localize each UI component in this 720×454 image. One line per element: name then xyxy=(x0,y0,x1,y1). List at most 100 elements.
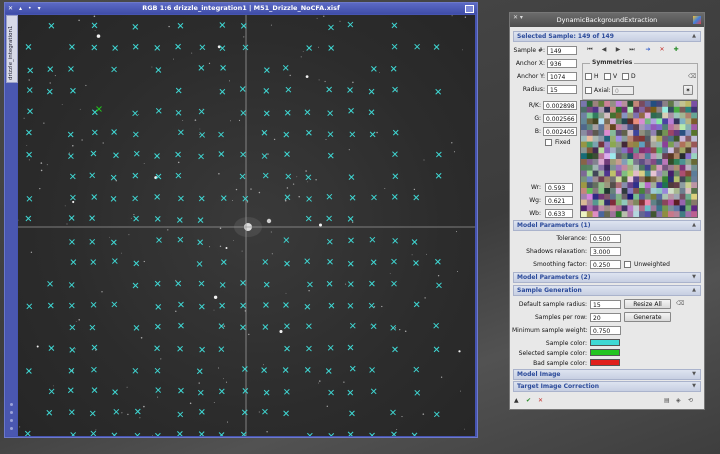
sample-marker[interactable] xyxy=(89,215,95,221)
sample-marker[interactable] xyxy=(328,45,335,51)
sample-marker[interactable] xyxy=(26,195,33,202)
new-instance-icon[interactable]: ▲ xyxy=(514,397,519,405)
sample-marker[interactable] xyxy=(154,45,161,51)
sample-marker[interactable] xyxy=(261,367,267,373)
sample-marker[interactable] xyxy=(219,302,225,309)
sample-marker[interactable] xyxy=(177,430,183,436)
sample-marker[interactable] xyxy=(178,129,184,136)
sample-marker[interactable] xyxy=(69,43,75,50)
sample-marker[interactable] xyxy=(435,88,442,95)
sample-marker[interactable] xyxy=(263,110,270,117)
track-view-icon[interactable]: ◈ xyxy=(676,397,681,405)
axial-checkbox[interactable] xyxy=(585,87,592,94)
sample-marker[interactable] xyxy=(177,22,184,29)
add-sample-icon[interactable]: ✚ xyxy=(671,46,681,54)
sample-marker[interactable] xyxy=(242,388,249,394)
sample-marker[interactable] xyxy=(306,323,312,330)
sample-marker[interactable] xyxy=(175,43,181,50)
sample-marker[interactable] xyxy=(70,432,77,436)
sample-marker[interactable] xyxy=(175,280,182,287)
smoothing-factor-field[interactable]: 0.250 xyxy=(590,260,621,269)
selected-sample-marker[interactable] xyxy=(96,106,102,112)
sample-marker[interactable] xyxy=(175,87,182,94)
sample-marker[interactable] xyxy=(370,388,377,395)
sample-marker[interactable] xyxy=(111,432,118,436)
sample-marker[interactable] xyxy=(24,430,31,436)
sample-marker[interactable] xyxy=(349,131,356,138)
sample-marker[interactable] xyxy=(347,21,354,28)
sample-marker[interactable] xyxy=(307,281,313,288)
sample-color-swatch[interactable] xyxy=(590,339,620,346)
sample-marker[interactable] xyxy=(178,322,184,329)
sample-marker[interactable] xyxy=(155,304,162,310)
sample-marker[interactable] xyxy=(368,109,375,116)
sample-marker[interactable] xyxy=(327,110,333,117)
sample-marker[interactable] xyxy=(327,131,334,138)
sample-marker[interactable] xyxy=(219,88,226,95)
sample-marker[interactable] xyxy=(90,150,97,157)
sample-marker[interactable] xyxy=(390,65,397,72)
sample-marker[interactable] xyxy=(219,22,226,28)
sample-marker[interactable] xyxy=(89,324,96,331)
sample-marker[interactable] xyxy=(240,324,246,331)
bad-sample-color-swatch[interactable] xyxy=(590,359,620,366)
sample-marker[interactable] xyxy=(263,389,270,396)
symmetry-d-checkbox[interactable] xyxy=(622,73,629,80)
sample-marker[interactable] xyxy=(198,195,205,202)
sample-marker[interactable] xyxy=(369,280,375,287)
section-model-parameters-1[interactable]: Model Parameters (1) ▲ xyxy=(513,220,701,231)
generate-button[interactable]: Generate xyxy=(624,312,671,322)
sample-marker[interactable] xyxy=(26,151,32,158)
sample-marker[interactable] xyxy=(132,172,139,179)
sample-marker[interactable] xyxy=(132,195,138,202)
sample-marker[interactable] xyxy=(70,87,76,94)
side-dot-icon[interactable] xyxy=(10,403,13,406)
sample-marker[interactable] xyxy=(306,45,312,51)
sample-marker[interactable] xyxy=(370,259,377,266)
collapse-icon[interactable]: ▲ xyxy=(692,286,696,295)
sample-marker[interactable] xyxy=(70,194,76,201)
sample-marker[interactable] xyxy=(220,259,227,266)
samples-per-row-field[interactable]: 20 xyxy=(590,313,621,322)
sample-marker[interactable] xyxy=(392,151,398,158)
sample-marker[interactable] xyxy=(242,195,249,202)
sample-marker[interactable] xyxy=(390,409,396,416)
sample-marker[interactable] xyxy=(134,408,141,415)
sample-marker[interactable] xyxy=(178,387,184,394)
sample-marker[interactable] xyxy=(177,345,183,352)
sample-marker[interactable] xyxy=(91,129,98,136)
sample-marker[interactable] xyxy=(304,303,311,310)
sample-marker[interactable] xyxy=(282,64,289,71)
sample-marker[interactable] xyxy=(68,66,74,72)
sample-marker[interactable] xyxy=(196,261,203,267)
sample-marker[interactable] xyxy=(197,217,204,224)
sample-marker[interactable] xyxy=(69,173,76,180)
sample-marker[interactable] xyxy=(113,408,120,415)
sample-marker[interactable] xyxy=(433,346,440,353)
sample-marker[interactable] xyxy=(132,23,139,30)
sample-marker[interactable] xyxy=(68,215,75,221)
sample-marker[interactable] xyxy=(326,86,333,93)
sample-marker[interactable] xyxy=(112,389,118,396)
sample-marker[interactable] xyxy=(326,215,332,222)
sample-marker[interactable] xyxy=(25,44,32,50)
sample-marker[interactable] xyxy=(176,217,183,223)
section-target-image-correction[interactable]: Target Image Correction ▼ xyxy=(513,381,701,392)
sample-marker[interactable] xyxy=(67,131,74,138)
sample-marker[interactable] xyxy=(348,237,354,244)
sample-marker[interactable] xyxy=(89,238,96,245)
sample-marker[interactable] xyxy=(110,196,117,202)
sample-marker[interactable] xyxy=(91,194,98,200)
sample-marker[interactable] xyxy=(218,323,225,329)
sample-marker[interactable] xyxy=(284,345,290,352)
sample-marker[interactable] xyxy=(154,323,161,330)
symmetry-h-checkbox[interactable] xyxy=(585,73,592,80)
sample-marker[interactable] xyxy=(264,67,270,73)
radius-field[interactable]: 15 xyxy=(547,85,577,94)
sample-marker[interactable] xyxy=(89,410,96,417)
maximize-icon[interactable] xyxy=(465,5,474,13)
sample-marker[interactable] xyxy=(132,110,138,117)
sample-marker[interactable] xyxy=(92,109,98,116)
last-sample-icon[interactable]: ⏭ xyxy=(627,46,637,54)
sample-marker[interactable] xyxy=(90,430,97,436)
